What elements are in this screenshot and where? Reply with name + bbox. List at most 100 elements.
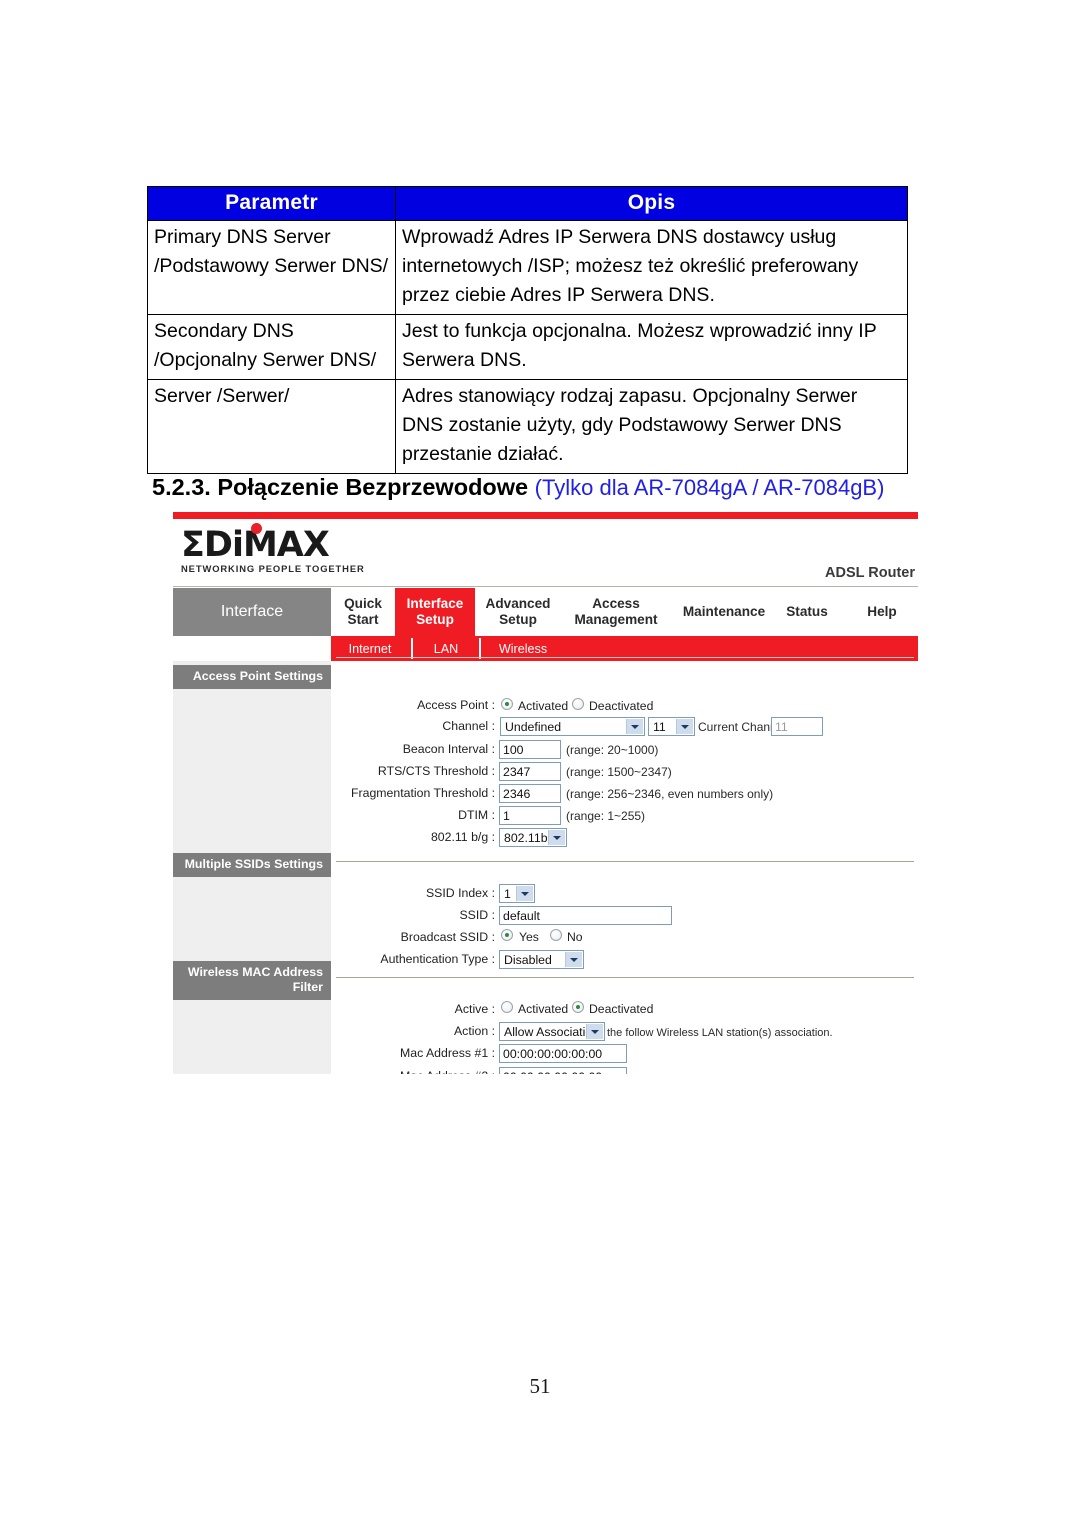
logo-red-dot-icon bbox=[251, 523, 262, 534]
cell-opis: Jest to funkcja opcjonalna. Możesz wprow… bbox=[395, 314, 908, 380]
section-heading-main: 5.2.3. Połączenie Bezprzewodowe bbox=[152, 474, 529, 500]
field-mac-address-1[interactable]: 00:00:00:00:00:00 bbox=[499, 1044, 627, 1063]
label-ssid: SSID : bbox=[459, 908, 495, 922]
field-current-channel: 11 bbox=[771, 717, 823, 736]
select-authentication-type[interactable]: Disabled bbox=[499, 950, 584, 969]
table-header-row: Parametr Opis bbox=[147, 186, 908, 221]
select-authentication-type-value: Disabled bbox=[504, 953, 552, 967]
field-beacon-interval[interactable]: 100 bbox=[499, 740, 561, 759]
radio-mac-filter-activated[interactable] bbox=[501, 1001, 513, 1013]
select-action-value: Allow Association bbox=[504, 1025, 600, 1039]
table-row: Primary DNS Server /Podstawowy Serwer DN… bbox=[147, 220, 908, 315]
chevron-down-icon bbox=[516, 886, 533, 901]
label-broadcast-ssid-yes: Yes bbox=[519, 930, 539, 944]
label-mac-address-1: Mac Address #1 : bbox=[399, 1046, 495, 1060]
field-fragmentation-threshold[interactable]: 2346 bbox=[499, 784, 561, 803]
cell-parametr: Server /Serwer/ bbox=[147, 379, 396, 474]
header-divider bbox=[173, 586, 918, 587]
nav-tab-quick-start[interactable]: Quick Start bbox=[331, 588, 395, 636]
product-label: ADSL Router bbox=[825, 565, 915, 581]
cell-parametr: Primary DNS Server /Podstawowy Serwer DN… bbox=[147, 220, 396, 315]
body-top-divider bbox=[336, 657, 914, 658]
select-ssid-index[interactable]: 1 bbox=[499, 884, 535, 903]
label-rts-cts-threshold: RTS/CTS Threshold : bbox=[377, 764, 495, 778]
subnav-separator bbox=[479, 638, 481, 659]
section-heading: 5.2.3. Połączenie Bezprzewodowe (Tylko d… bbox=[152, 472, 942, 503]
radio-broadcast-ssid-yes[interactable] bbox=[501, 929, 513, 941]
label-mac-filter-activated: Activated bbox=[518, 1002, 569, 1016]
field-rts-cts-threshold[interactable]: 2347 bbox=[499, 762, 561, 781]
field-ssid[interactable]: default bbox=[499, 906, 672, 925]
edimax-logo: ΣDiMAX NETWORKING PEOPLE TOGETHER bbox=[181, 523, 386, 574]
select-channel-number[interactable]: 11 bbox=[648, 717, 695, 736]
label-access-point-deactivated: Deactivated bbox=[589, 699, 654, 713]
section-divider-multiple-ssids bbox=[336, 861, 914, 862]
radio-access-point-deactivated[interactable] bbox=[572, 698, 584, 710]
note-action: the follow Wireless LAN station(s) assoc… bbox=[607, 1027, 833, 1039]
subnav-separator bbox=[411, 638, 413, 659]
label-mac-filter-deactivated: Deactivated bbox=[589, 1002, 654, 1016]
label-access-point-activated: Activated bbox=[518, 699, 569, 713]
cell-opis: Wprowadź Adres IP Serwera DNS dostawcy u… bbox=[395, 220, 908, 315]
radio-access-point-activated[interactable] bbox=[501, 698, 513, 710]
select-channel-country[interactable]: Undefined bbox=[500, 717, 645, 736]
main-navigation: Interface Quick Start Interface Setup Ad… bbox=[173, 588, 918, 636]
nav-item-list: Quick Start Interface Setup Advanced Set… bbox=[331, 588, 918, 636]
label-ssid-index: SSID Index : bbox=[425, 886, 495, 900]
chevron-down-icon bbox=[586, 1024, 603, 1039]
label-active: Active : bbox=[454, 1002, 495, 1016]
column-header-opis: Opis bbox=[395, 186, 908, 221]
brand-top-bar bbox=[173, 512, 918, 519]
router-admin-screenshot: ΣDiMAX NETWORKING PEOPLE TOGETHER ADSL R… bbox=[173, 512, 918, 1074]
radio-broadcast-ssid-no[interactable] bbox=[550, 929, 562, 941]
nav-tab-access-management[interactable]: Access Management bbox=[561, 588, 671, 636]
chevron-down-icon bbox=[676, 719, 693, 734]
table-row: Server /Serwer/ Adres stanowiący rodzaj … bbox=[147, 379, 908, 474]
sidebar-header-wireless-mac-address-filter: Wireless MAC Address Filter bbox=[173, 961, 331, 1000]
label-mac-address-2: Mac Address #2 : bbox=[375, 1069, 495, 1074]
chevron-down-icon bbox=[548, 830, 565, 845]
field-mac-address-2[interactable]: 00:00:00:00:00:00 bbox=[499, 1067, 627, 1074]
current-section-label: Interface bbox=[173, 588, 331, 636]
cell-parametr: Secondary DNS /Opcjonalny Serwer DNS/ bbox=[147, 314, 396, 380]
select-channel-country-value: Undefined bbox=[505, 720, 562, 734]
section-divider-mac-filter bbox=[336, 977, 914, 978]
label-beacon-interval: Beacon Interval : bbox=[402, 742, 495, 756]
page-number: 51 bbox=[529, 1374, 551, 1398]
label-fragmentation-threshold: Fragmentation Threshold : bbox=[351, 786, 495, 800]
sidebar-header-access-point-settings: Access Point Settings bbox=[173, 665, 331, 689]
label-80211-bg: 802.11 b/g : bbox=[430, 830, 495, 844]
label-broadcast-ssid-no: No bbox=[567, 930, 583, 944]
note-rts-cts-threshold: (range: 1500~2347) bbox=[566, 765, 672, 779]
settings-body: Access Point Settings Access Point : Act… bbox=[173, 657, 918, 1074]
column-header-parametr: Parametr bbox=[147, 186, 396, 221]
nav-tab-advanced-setup[interactable]: Advanced Setup bbox=[475, 588, 561, 636]
cell-opis: Adres stanowiący rodzaj zapasu. Opcjonal… bbox=[395, 379, 908, 474]
label-broadcast-ssid: Broadcast SSID : bbox=[400, 930, 495, 944]
label-action: Action : bbox=[453, 1024, 495, 1038]
parameter-description-table: Parametr Opis Primary DNS Server /Podsta… bbox=[147, 186, 908, 474]
label-access-point: Access Point : bbox=[417, 698, 495, 712]
nav-tab-maintenance[interactable]: Maintenance bbox=[676, 588, 772, 636]
select-channel-number-value: 11 bbox=[653, 720, 666, 734]
table-row: Secondary DNS /Opcjonalny Serwer DNS/ Je… bbox=[147, 314, 908, 380]
note-beacon-interval: (range: 20~1000) bbox=[566, 743, 659, 757]
chevron-down-icon bbox=[565, 952, 582, 967]
chevron-down-icon bbox=[626, 719, 643, 734]
label-dtim: DTIM : bbox=[458, 808, 495, 822]
sidebar-header-multiple-ssids-settings: Multiple SSIDs Settings bbox=[173, 853, 331, 877]
nav-tab-help[interactable]: Help bbox=[856, 588, 908, 636]
select-80211-mode[interactable]: 802.11b+g bbox=[499, 828, 567, 847]
label-channel: Channel : bbox=[442, 719, 495, 733]
select-ssid-index-value: 1 bbox=[504, 887, 511, 901]
note-dtim: (range: 1~255) bbox=[566, 809, 646, 823]
nav-tab-interface-setup[interactable]: Interface Setup bbox=[395, 588, 475, 636]
label-authentication-type: Authentication Type : bbox=[380, 952, 495, 966]
note-fragmentation-threshold: (range: 256~2346, even numbers only) bbox=[566, 787, 774, 801]
edimax-wordmark: ΣDiMAX bbox=[181, 523, 386, 563]
nav-tab-status[interactable]: Status bbox=[779, 588, 835, 636]
radio-mac-filter-deactivated[interactable] bbox=[572, 1001, 584, 1013]
section-heading-sub: (Tylko dla AR-7084gA / AR-7084gB) bbox=[534, 475, 885, 500]
select-action[interactable]: Allow Association bbox=[499, 1022, 605, 1041]
field-dtim[interactable]: 1 bbox=[499, 806, 561, 825]
